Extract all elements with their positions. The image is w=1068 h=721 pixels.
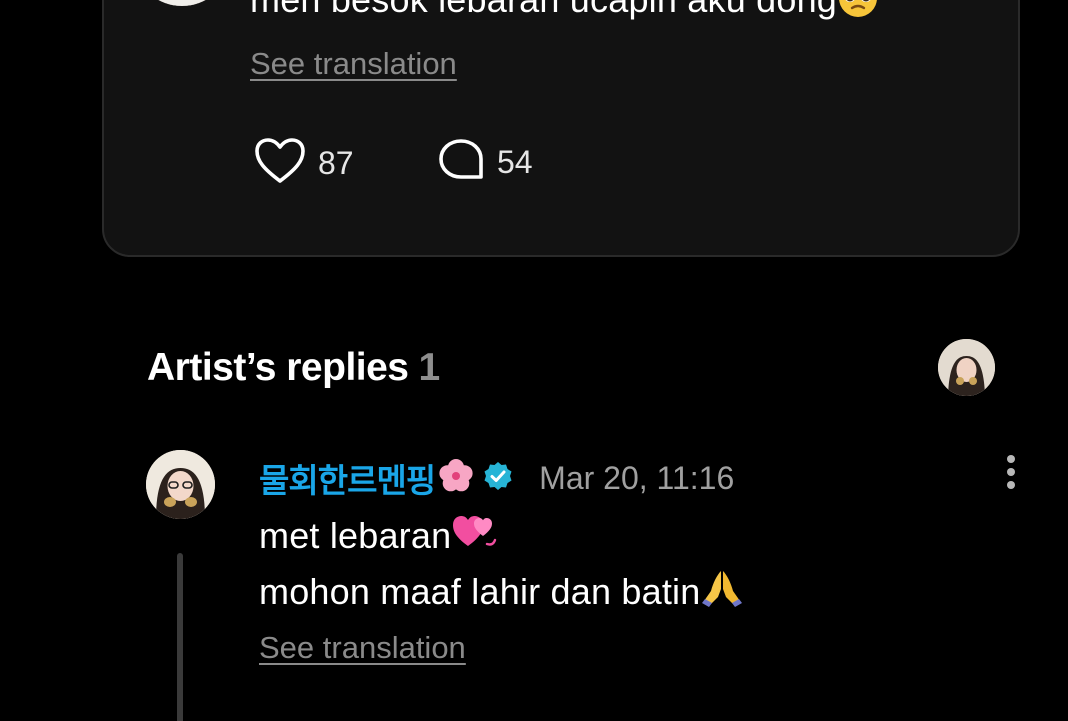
reply-see-translation-link[interactable]: See translation — [259, 630, 466, 666]
fan-post-page: men besok lebaran ucapin aku dong See tr… — [0, 0, 1068, 721]
comment-bubble-icon — [437, 137, 485, 188]
heart-icon — [254, 137, 306, 190]
artist-replies-count: 1 — [418, 346, 441, 389]
reply-text: met lebaran mohon maaf lahir dan batin — [259, 510, 744, 623]
post-author-avatar[interactable] — [138, 0, 226, 6]
reply-timestamp: Mar 20, 11:16 — [539, 459, 735, 496]
folded-hands-emoji — [700, 567, 744, 623]
reply-author-avatar[interactable] — [146, 450, 215, 519]
verified-badge-icon — [483, 461, 513, 496]
reply-header: 물회한르멘핑 Mar 20, 11:16 — [259, 454, 734, 502]
post-card[interactable]: men besok lebaran ucapin aku dong See tr… — [102, 0, 1020, 257]
artist-avatar[interactable] — [938, 339, 995, 396]
post-text: men besok lebaran ucapin aku dong — [250, 0, 879, 28]
pleading-face-emoji — [837, 0, 879, 28]
reply-more-options-button[interactable] — [996, 454, 1026, 494]
comment-button[interactable]: 54 — [437, 137, 533, 188]
cherry-blossom-emoji — [437, 457, 475, 500]
comment-count: 54 — [497, 144, 533, 180]
post-see-translation-link[interactable]: See translation — [250, 46, 457, 82]
artist-replies-heading: Artist’s replies 1 — [147, 346, 440, 390]
two-hearts-emoji — [451, 510, 497, 566]
reply-line-2: mohon maaf lahir dan batin — [259, 566, 744, 622]
artist-replies-title: Artist’s replies — [147, 346, 409, 389]
reply-line-1: met lebaran — [259, 510, 744, 566]
like-button[interactable]: 87 — [254, 137, 354, 190]
like-count: 87 — [318, 145, 354, 181]
reply-thread-line — [177, 553, 183, 721]
more-vertical-icon — [996, 455, 1026, 498]
reply-author-name[interactable]: 물회한르멘핑 — [259, 454, 436, 502]
